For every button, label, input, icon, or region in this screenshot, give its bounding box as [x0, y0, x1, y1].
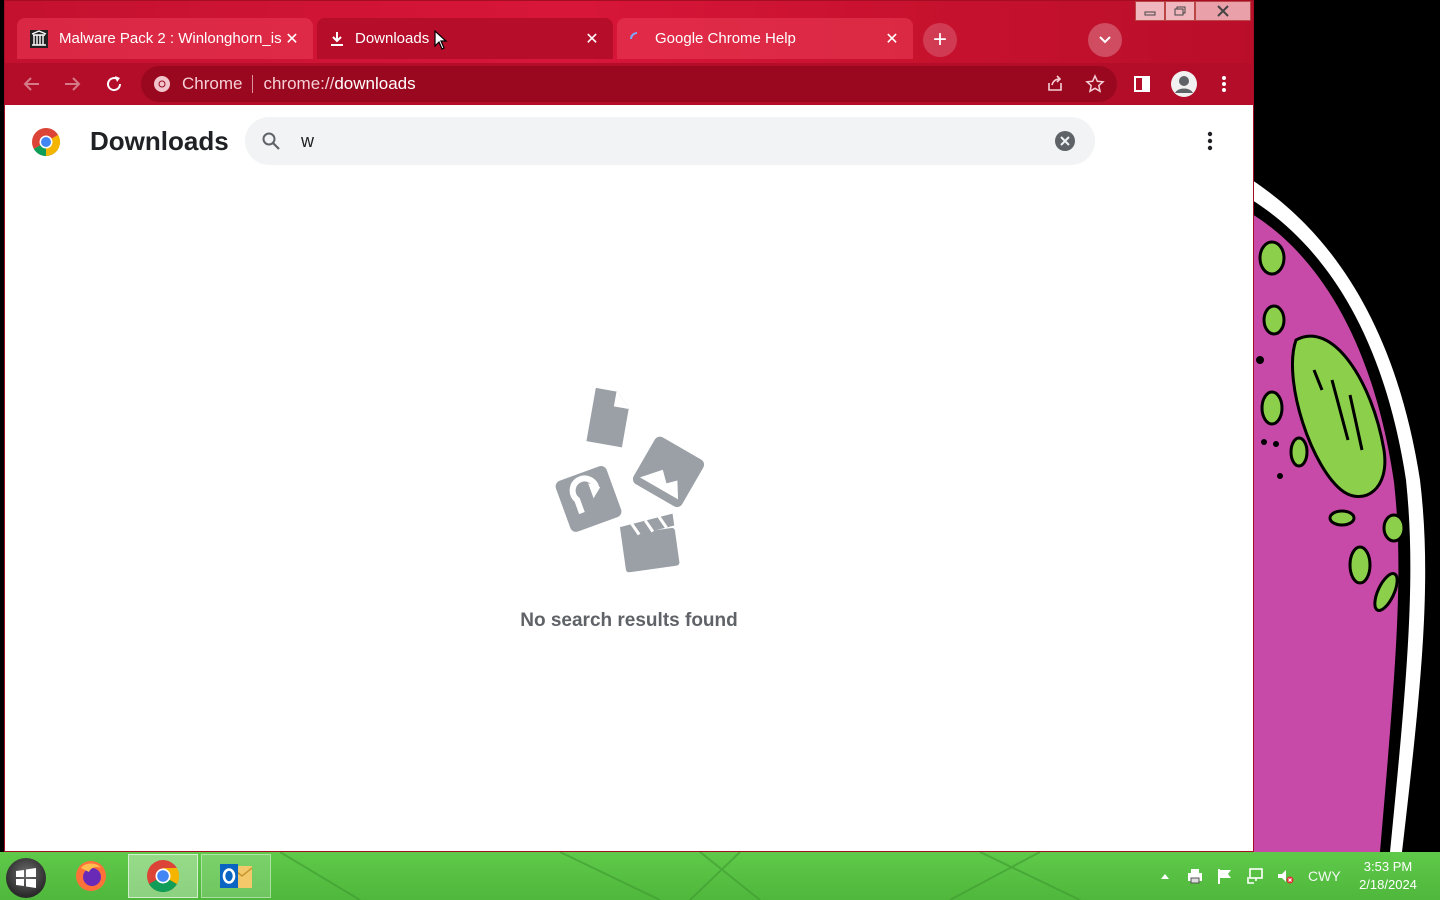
omnibox-separator [252, 75, 254, 93]
tab-title: Google Chrome Help [655, 30, 796, 47]
show-hidden-icons-button[interactable] [1154, 865, 1176, 887]
minimize-button[interactable] [1135, 1, 1165, 21]
arrow-right-icon [65, 77, 81, 91]
search-icon [262, 132, 280, 150]
reload-button[interactable] [97, 67, 131, 101]
avatar-icon [1171, 71, 1197, 97]
profile-button[interactable] [1167, 67, 1201, 101]
url-scheme: chrome:// [263, 74, 335, 93]
tab-search-button[interactable] [1088, 23, 1122, 57]
action-center-flag-icon[interactable] [1214, 865, 1236, 887]
empty-state-illustration [555, 387, 705, 573]
system-tray: CWY [1150, 852, 1341, 900]
volume-muted-icon[interactable] [1274, 865, 1296, 887]
windows-logo-icon [16, 868, 36, 888]
taskbar-outlook[interactable] [201, 854, 271, 898]
download-icon [331, 31, 343, 46]
firefox-icon [76, 861, 106, 891]
clock-time: 3:53 PM [1363, 859, 1413, 874]
search-input[interactable] [301, 129, 1041, 153]
tab-chrome-help[interactable]: Google Chrome Help ✕ [617, 18, 913, 59]
arrow-left-icon [23, 77, 39, 91]
toolbar: Chrome chrome://downloads [5, 63, 1253, 105]
omnibox-url: chrome://downloads [263, 74, 415, 94]
minimize-icon [1144, 11, 1156, 16]
tab-close-button[interactable]: ✕ [583, 30, 601, 48]
chrome-logo-icon [32, 128, 60, 156]
outlook-icon [220, 864, 253, 888]
star-icon[interactable] [1085, 74, 1105, 94]
close-window-button[interactable] [1195, 1, 1251, 21]
kebab-menu-icon [1207, 131, 1213, 151]
chrome-window: Malware Pack 2 : Winlonghorn_is ✕ Downlo… [4, 0, 1254, 852]
address-bar[interactable]: Chrome chrome://downloads [141, 66, 1117, 102]
chevron-down-icon [1099, 36, 1111, 44]
maximize-button[interactable] [1165, 1, 1195, 21]
loading-spinner-icon [630, 31, 638, 39]
new-tab-button[interactable]: + [923, 23, 957, 57]
search-box[interactable] [245, 117, 1095, 165]
taskbar-chrome[interactable] [128, 854, 198, 898]
tab-close-button[interactable]: ✕ [883, 30, 901, 48]
side-panel-button[interactable] [1125, 67, 1159, 101]
taskbar: CWY 3:53 PM 2/18/2024 [0, 852, 1440, 900]
tab-close-button[interactable]: ✕ [283, 30, 301, 48]
forward-button[interactable] [55, 67, 89, 101]
tab-title: Malware Pack 2 : Winlonghorn_is [59, 30, 282, 47]
taskbar-firefox[interactable] [56, 854, 126, 898]
reload-icon [107, 76, 122, 92]
wallpaper-art [1252, 0, 1440, 852]
tab-strip: Malware Pack 2 : Winlonghorn_is ✕ Downlo… [5, 1, 1253, 63]
network-icon[interactable] [1244, 865, 1266, 887]
language-indicator[interactable]: CWY [1308, 868, 1341, 884]
chrome-icon [147, 860, 180, 893]
tab-title: Downloads [355, 30, 430, 47]
share-icon[interactable] [1045, 74, 1065, 94]
page-title: Downloads [90, 126, 229, 156]
close-icon [1217, 5, 1229, 17]
plus-icon: + [932, 26, 947, 53]
restore-icon [1174, 6, 1186, 16]
omnibox-origin: Chrome [182, 74, 243, 93]
clock-date: 2/18/2024 [1359, 877, 1417, 892]
side-panel-icon [1134, 76, 1150, 92]
tab-downloads[interactable]: Downloads ✕ [317, 18, 613, 59]
empty-state-message: No search results found [520, 610, 738, 631]
clock[interactable]: 3:53 PM 2/18/2024 [1346, 858, 1430, 894]
clear-search-icon[interactable] [1054, 130, 1076, 152]
window-controls [1135, 1, 1253, 23]
mouse-cursor-icon [434, 30, 448, 50]
archive-icon [30, 29, 48, 48]
printer-icon[interactable] [1184, 865, 1206, 887]
chevron-up-icon [1161, 874, 1169, 879]
page-header: Downloads [5, 105, 1253, 177]
chrome-icon [154, 76, 170, 92]
tab-malware-pack[interactable]: Malware Pack 2 : Winlonghorn_is ✕ [17, 18, 313, 59]
downloads-menu-button[interactable] [1198, 129, 1222, 153]
start-button[interactable] [6, 858, 46, 898]
kebab-menu-icon [1222, 76, 1226, 92]
url-host: downloads [334, 74, 416, 93]
back-button[interactable] [15, 67, 49, 101]
chrome-menu-button[interactable] [1207, 67, 1241, 101]
downloads-page: Downloads w No search results found [5, 105, 1253, 851]
